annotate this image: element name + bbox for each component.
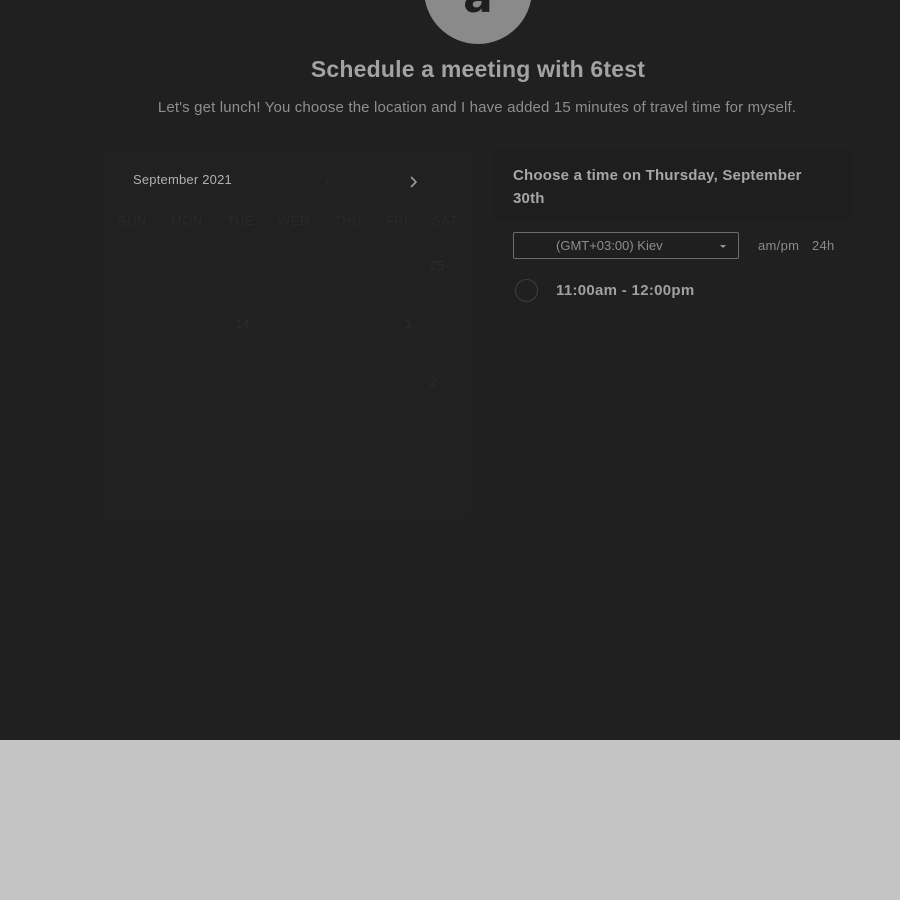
weekday-label: SAT <box>432 213 458 228</box>
time-panel-header: Choose a time on Thursday, September 30t… <box>493 150 853 220</box>
avatar: a <box>424 0 532 44</box>
chevron-left-icon[interactable]: ‹ <box>325 172 330 188</box>
timezone-select[interactable]: (GMT+03:00) Kiev <box>513 232 739 259</box>
weekday-label: FRI <box>385 213 409 228</box>
chevron-right-icon[interactable] <box>403 172 423 192</box>
time-slot[interactable]: 11:00am - 12:00pm <box>515 277 695 303</box>
calendar-day[interactable]: 1 <box>405 316 412 331</box>
scheduler-page: a Schedule a meeting with 6test Let's ge… <box>0 0 900 740</box>
calendar-month-label: September 2021 <box>133 172 232 187</box>
weekday-label: MON <box>170 213 203 228</box>
event-description: Let's get lunch! You choose the location… <box>157 99 797 116</box>
timezone-value: (GMT+03:00) Kiev <box>556 238 663 253</box>
time-slot-label: 11:00am - 12:00pm <box>556 281 695 299</box>
format-ampm-toggle[interactable]: am/pm <box>758 238 799 253</box>
weekday-label: WED <box>277 213 310 228</box>
weekday-label: SUN <box>118 213 147 228</box>
footer-area <box>0 740 900 900</box>
weekday-label: THU <box>333 213 362 228</box>
weekday-label: TUE <box>226 213 255 228</box>
caret-down-icon <box>720 245 726 248</box>
format-24h-toggle[interactable]: 24h <box>812 238 835 253</box>
calendar: September 2021 ‹ SUN MON TUE WED THU FRI… <box>100 150 470 520</box>
avatar-initial: a <box>463 0 493 20</box>
time-heading: Choose a time on Thursday, September 30t… <box>513 167 802 207</box>
calendar-day[interactable]: 2 <box>430 374 437 389</box>
time-slot-radio[interactable] <box>515 278 538 302</box>
calendar-day[interactable]: 25 <box>430 258 444 273</box>
calendar-day[interactable]: 14 <box>235 316 249 331</box>
calendar-weekday-row: SUN MON TUE WED THU FRI SAT <box>118 213 458 228</box>
page-title: Schedule a meeting with 6test <box>310 56 646 82</box>
